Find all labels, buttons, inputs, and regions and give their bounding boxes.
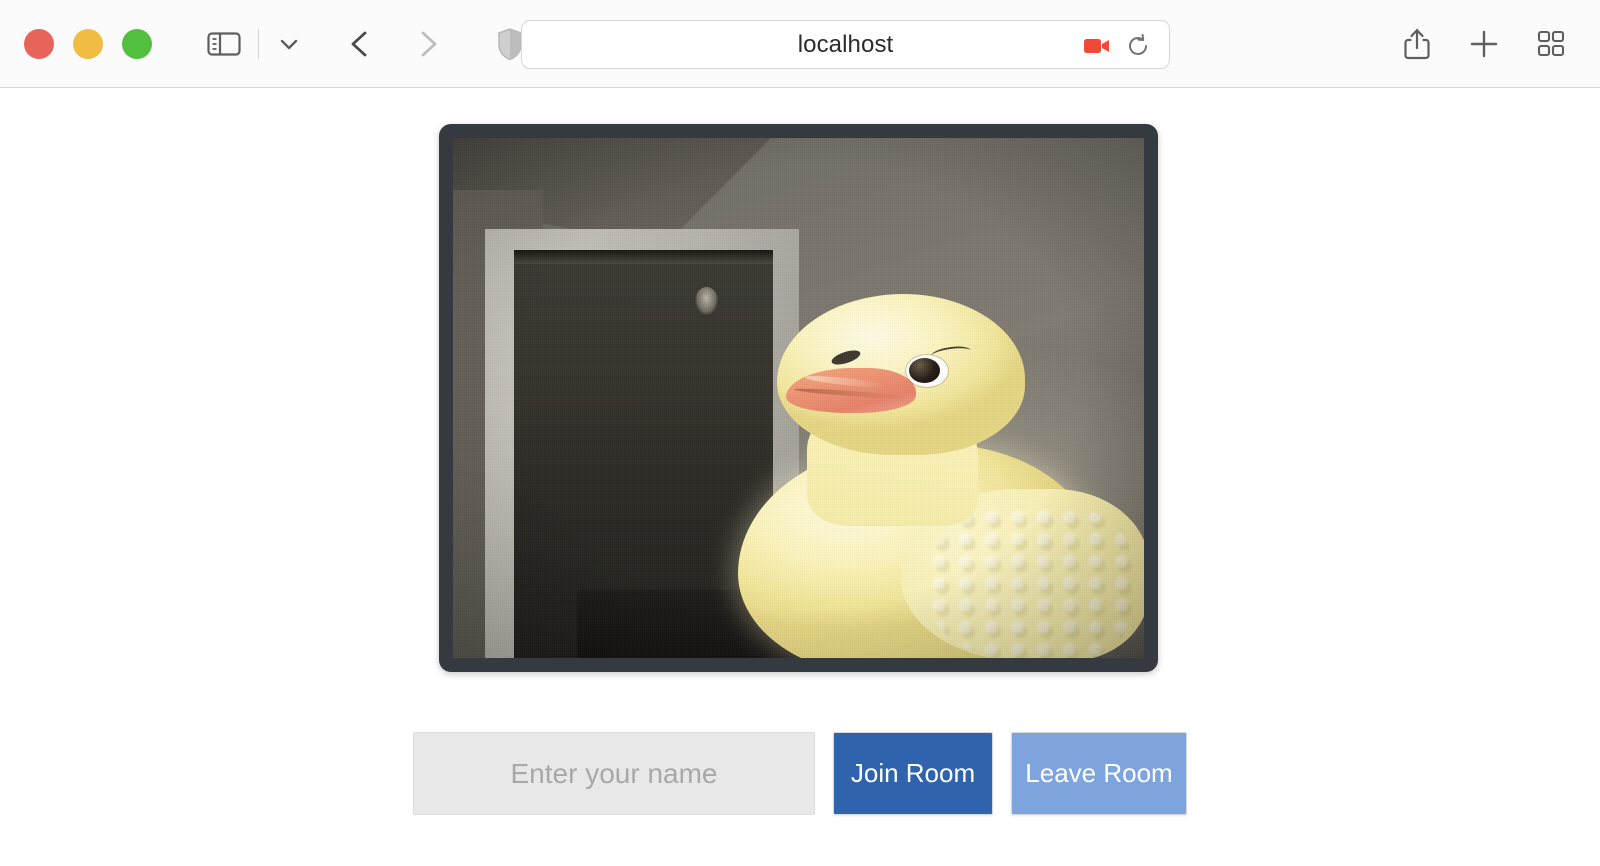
duck-brow (830, 347, 862, 368)
room-controls: Join Room Leave Room (0, 732, 1600, 815)
name-input[interactable] (413, 732, 815, 815)
tab-grid-icon (1537, 30, 1565, 57)
back-button[interactable] (345, 24, 375, 64)
sidebar-dropdown-button[interactable] (273, 24, 305, 64)
duck-beak-highlight (804, 373, 885, 390)
duck-beak (786, 368, 916, 414)
navigation-controls (345, 24, 443, 64)
address-bar[interactable]: localhost (521, 20, 1170, 69)
duck-eyelash (929, 344, 971, 363)
share-icon (1404, 28, 1430, 60)
tab-overview-button[interactable] (1536, 29, 1566, 59)
page-content: Join Room Leave Room (0, 88, 1600, 866)
sidebar-icon (207, 31, 241, 56)
plus-icon (1470, 30, 1498, 58)
camera-icon[interactable] (1083, 36, 1111, 56)
close-window-button[interactable] (24, 28, 54, 59)
browser-toolbar: localhost (0, 0, 1600, 88)
sidebar-controls (204, 24, 305, 64)
reload-icon[interactable] (1125, 33, 1151, 59)
forward-arrow-icon (421, 31, 437, 56)
toolbar-divider (258, 28, 259, 59)
leave-room-button[interactable]: Leave Room (1011, 732, 1187, 815)
closet-rod-bracket (695, 286, 719, 316)
address-bar-text: localhost (797, 30, 894, 58)
forward-button[interactable] (413, 24, 443, 64)
share-button[interactable] (1402, 27, 1432, 61)
video-container (439, 124, 1158, 672)
minimize-window-button[interactable] (73, 28, 103, 59)
new-tab-button[interactable] (1468, 28, 1500, 60)
back-arrow-icon (351, 31, 367, 56)
toolbar-right-controls (1402, 0, 1566, 88)
duck-head (776, 294, 1025, 455)
duck-beak-line (794, 386, 908, 400)
rubber-duck (729, 294, 1144, 658)
sidebar-toggle-button[interactable] (204, 24, 244, 64)
join-room-button[interactable]: Join Room (833, 732, 993, 815)
local-video-element[interactable] (453, 138, 1144, 658)
webcam-scene (453, 138, 1144, 658)
window-controls (24, 28, 152, 59)
chevron-down-icon (280, 39, 298, 49)
maximize-window-button[interactable] (122, 28, 152, 59)
address-bar-accessories (1083, 21, 1151, 70)
duck-wing-texture (925, 505, 1135, 658)
